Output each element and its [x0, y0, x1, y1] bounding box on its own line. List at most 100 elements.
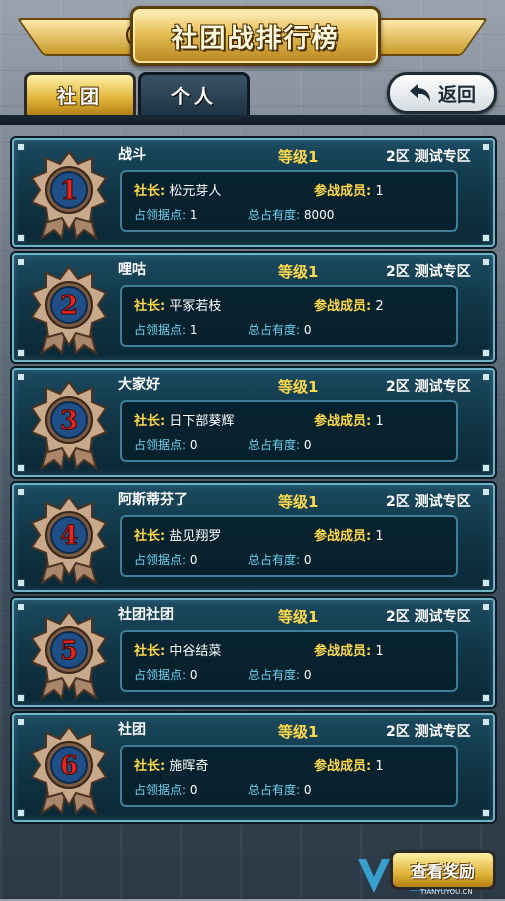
total-value: 0	[303, 553, 312, 567]
corner-bolt	[482, 579, 490, 587]
clan-info-panel: 社长: 中谷结菜 参战成员: 1 占领据点: 0 总占有度: 0	[120, 630, 458, 692]
corner-bolt	[17, 603, 25, 611]
points-label: 占领据点:	[134, 208, 187, 222]
clan-name: 战斗	[118, 147, 146, 163]
total-label: 总占有度:	[248, 438, 301, 452]
clan-info-panel: 社长: 平冢若枝 参战成员: 2 占领据点: 1 总占有度: 0	[120, 285, 458, 347]
rank-number: 4	[60, 521, 78, 551]
clan-card[interactable]: 6 社团 等级1 2区 测试专区 社长: 施晖奇 参战成员: 1 占领据点: 0…	[12, 713, 495, 822]
members-label: 参战成员:	[314, 644, 372, 659]
rank-medal-icon: 2	[30, 265, 108, 355]
rank-number: 6	[60, 751, 78, 781]
clan-card[interactable]: 1 战斗 等级1 2区 测试专区 社长: 松元芽人 参战成员: 1 占领据点: …	[12, 138, 495, 247]
leader-name: 松元芽人	[169, 184, 222, 199]
total-value: 0	[303, 323, 312, 337]
corner-bolt	[482, 809, 490, 817]
view-rewards-button[interactable]: 查看奖励	[390, 850, 496, 890]
header-divider	[0, 115, 505, 125]
total-value: 8000	[303, 208, 335, 222]
clan-server: 2区 测试专区	[386, 379, 471, 395]
points-value: 1	[189, 323, 198, 337]
points-label: 占领据点:	[134, 553, 187, 567]
members-count: 1	[375, 414, 384, 429]
clan-level: 等级1	[278, 378, 319, 396]
clan-name: 阿斯蒂芬了	[118, 492, 188, 508]
corner-bolt	[482, 694, 490, 702]
corner-bolt	[17, 488, 25, 496]
members-label: 参战成员:	[314, 529, 372, 544]
clan-name: 大家好	[118, 377, 160, 393]
tab-personal[interactable]: 个人	[138, 72, 250, 118]
leader-name: 日下部葵辉	[169, 414, 235, 429]
corner-bolt	[17, 143, 25, 151]
clan-name: 社团社团	[118, 607, 174, 623]
total-label: 总占有度:	[248, 783, 301, 797]
tab-clan[interactable]: 社团	[24, 72, 136, 118]
points-value: 0	[189, 783, 198, 797]
members-count: 2	[375, 299, 384, 314]
clan-level: 等级1	[278, 148, 319, 166]
clan-server: 2区 测试专区	[386, 264, 471, 280]
leader-label: 社长:	[134, 644, 166, 659]
members-label: 参战成员:	[314, 414, 372, 429]
rank-number: 2	[60, 291, 78, 321]
return-arrow-icon	[409, 84, 430, 102]
clan-server: 2区 测试专区	[386, 724, 471, 740]
corner-bolt	[482, 373, 490, 381]
clan-server: 2区 测试专区	[386, 609, 471, 625]
rank-medal-icon: 4	[30, 495, 108, 585]
clan-level: 等级1	[278, 263, 319, 281]
members-label: 参战成员:	[314, 184, 372, 199]
clan-level: 等级1	[278, 493, 319, 511]
corner-bolt	[482, 143, 490, 151]
total-value: 0	[303, 438, 312, 452]
clan-level: 等级1	[278, 723, 319, 741]
members-count: 1	[375, 529, 384, 544]
clan-name: 哩咕	[118, 262, 146, 278]
rank-medal-icon: 5	[30, 610, 108, 700]
members-count: 1	[375, 184, 384, 199]
points-label: 占领据点:	[134, 783, 187, 797]
corner-bolt	[482, 718, 490, 726]
clan-card[interactable]: 2 哩咕 等级1 2区 测试专区 社长: 平冢若枝 参战成员: 2 占领据点: …	[12, 253, 495, 362]
leader-name: 盐见翔罗	[169, 529, 222, 544]
rank-number: 5	[60, 636, 78, 666]
corner-bolt	[482, 464, 490, 472]
clan-ranking-list[interactable]: 1 战斗 等级1 2区 测试专区 社长: 松元芽人 参战成员: 1 占领据点: …	[0, 126, 505, 846]
clan-card[interactable]: 4 阿斯蒂芬了 等级1 2区 测试专区 社长: 盐见翔罗 参战成员: 1 占领据…	[12, 483, 495, 592]
clan-server: 2区 测试专区	[386, 494, 471, 510]
watermark-url: TIANYUYOU.CN	[420, 888, 473, 896]
points-value: 0	[189, 438, 198, 452]
corner-bolt	[482, 488, 490, 496]
members-count: 1	[375, 759, 384, 774]
clan-card[interactable]: 5 社团社团 等级1 2区 测试专区 社长: 中谷结菜 参战成员: 1 占领据点…	[12, 598, 495, 707]
page-title: 社团战排行榜	[171, 23, 340, 54]
back-button-label: 返回	[437, 83, 476, 106]
clan-info-panel: 社长: 松元芽人 参战成员: 1 占领据点: 1 总占有度: 8000	[120, 170, 458, 232]
clan-name: 社团	[118, 722, 146, 738]
rank-number: 3	[60, 406, 78, 436]
points-label: 占领据点:	[134, 323, 187, 337]
leader-label: 社长:	[134, 759, 166, 774]
leader-name: 施晖奇	[169, 759, 209, 774]
total-label: 总占有度:	[248, 208, 301, 222]
corner-bolt	[17, 258, 25, 266]
corner-bolt	[17, 718, 25, 726]
clan-info-panel: 社长: 盐见翔罗 参战成员: 1 占领据点: 0 总占有度: 0	[120, 515, 458, 577]
title-plate: 社团战排行榜	[130, 6, 381, 66]
corner-bolt	[17, 234, 25, 242]
corner-bolt	[17, 464, 25, 472]
points-value: 0	[189, 553, 198, 567]
total-label: 总占有度:	[248, 323, 301, 337]
members-label: 参战成员:	[314, 759, 372, 774]
leader-label: 社长:	[134, 414, 166, 429]
corner-bolt	[482, 258, 490, 266]
corner-bolt	[17, 349, 25, 357]
total-value: 0	[303, 783, 312, 797]
back-button[interactable]: 返回	[387, 72, 497, 114]
clan-card[interactable]: 3 大家好 等级1 2区 测试专区 社长: 日下部葵辉 参战成员: 1 占领据点…	[12, 368, 495, 477]
rank-medal-icon: 3	[30, 380, 108, 470]
total-value: 0	[303, 668, 312, 682]
members-count: 1	[375, 644, 384, 659]
points-value: 1	[189, 208, 198, 222]
